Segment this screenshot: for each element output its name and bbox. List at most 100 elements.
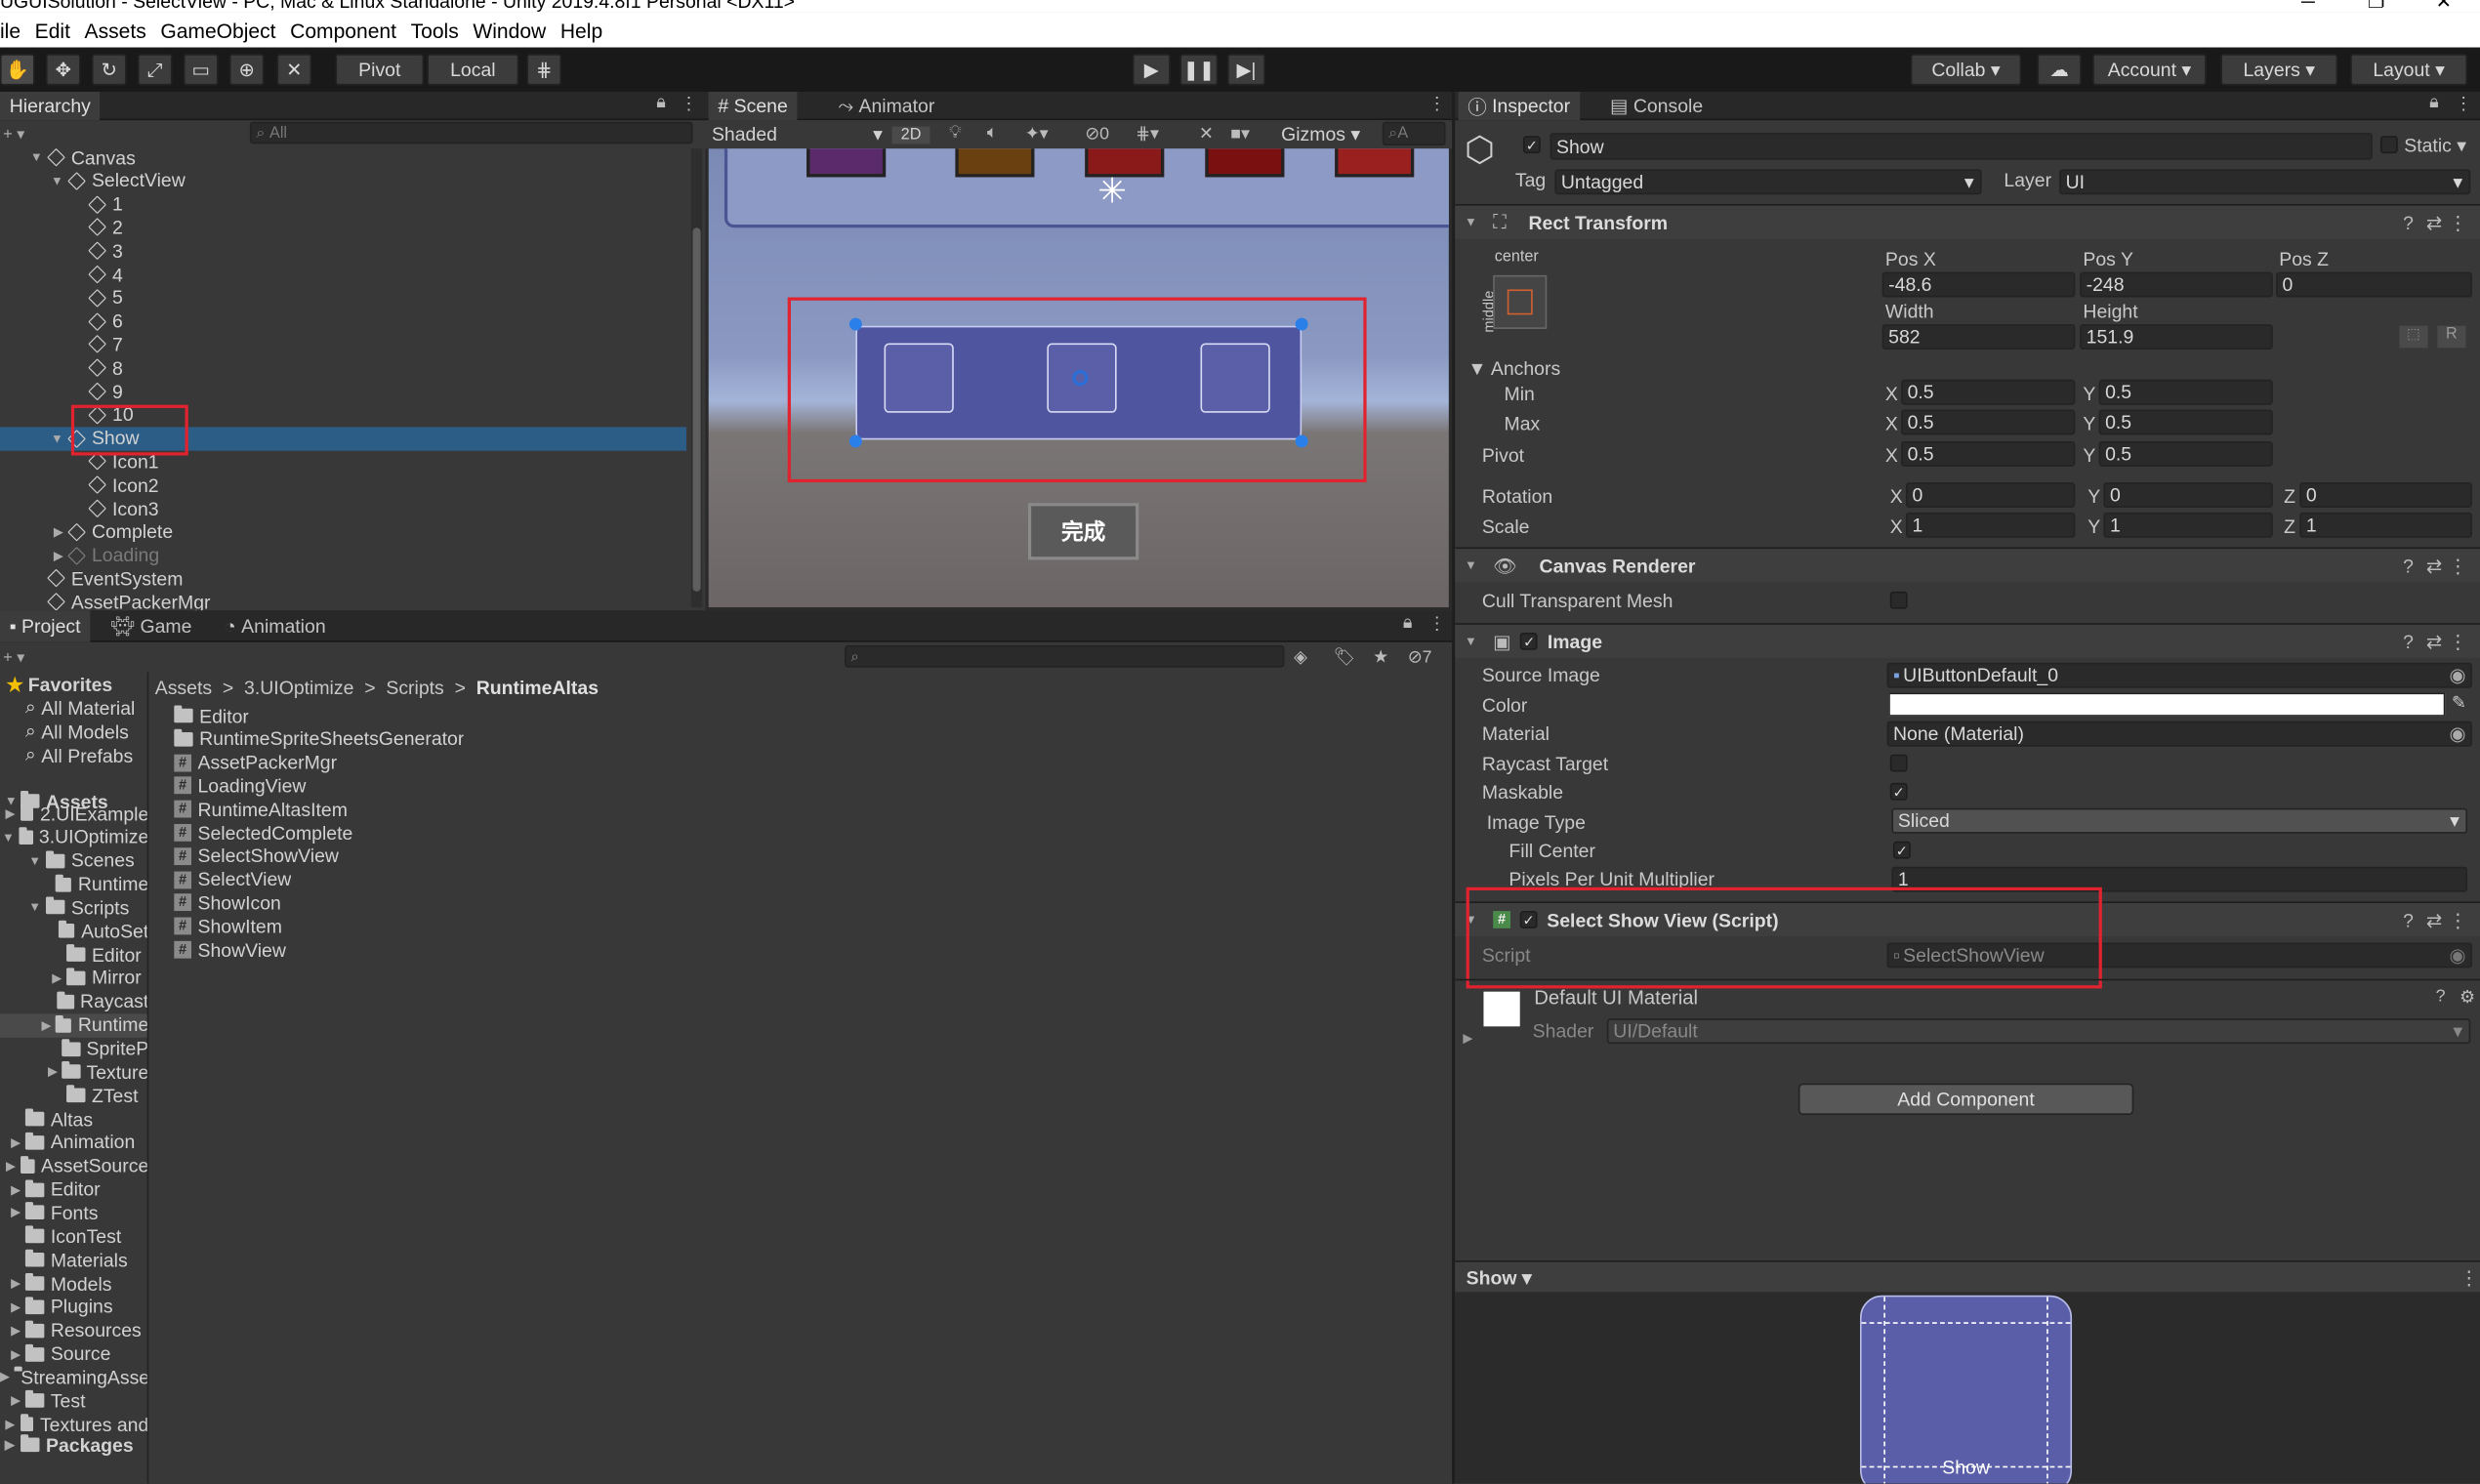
preview-kebab-icon[interactable]: ⋮ (2459, 1267, 2478, 1290)
tag-dropdown[interactable]: Untagged ▾ (1554, 169, 1982, 195)
grid-snap-icon[interactable]: ⋕ (526, 54, 562, 86)
transform-tool-icon[interactable]: ⊕ (228, 54, 265, 86)
hierarchy-scrollbar[interactable] (690, 148, 703, 608)
fold-arrow-icon[interactable]: ▶ (0, 1018, 56, 1033)
project-file-item[interactable]: # ShowView (174, 938, 286, 962)
lock-icon[interactable]: 🔒︎ (656, 94, 665, 114)
anchor-max-y-field[interactable]: 0.5 (2098, 409, 2273, 435)
scene-search-input[interactable]: ⌕ A (1382, 121, 1446, 146)
project-tree-item[interactable]: ZTest (0, 1084, 147, 1107)
hierarchy-item[interactable]: ▼ SelectView (0, 169, 686, 192)
fold-arrow-icon[interactable]: ▼ (0, 853, 46, 868)
favorite-item[interactable]: ⌕ All Material (25, 696, 135, 720)
shading-dropdown[interactable]: Shaded ▾ (712, 123, 883, 145)
lighting-icon[interactable]: 💡︎ (949, 123, 961, 144)
rect-transform-header[interactable]: ▼ ⛶ Rect Transform ? ⇄ ⋮ (1455, 203, 2480, 239)
local-toggle[interactable]: Local (427, 54, 519, 86)
project-file-item[interactable]: # LoadingView (174, 774, 306, 798)
component-menu-icon[interactable]: ⋮ (2449, 555, 2467, 577)
rotation-x-field[interactable]: 0 (1905, 482, 2076, 508)
packages-header[interactable]: ▶ Packages (0, 1433, 134, 1457)
gear-icon[interactable]: ⚙ (2459, 987, 2475, 1007)
audio-icon[interactable]: 🔈︎ (987, 123, 998, 144)
menu-tools[interactable]: Tools (411, 19, 459, 42)
project-file-item[interactable]: # SelectShowView (174, 845, 339, 868)
active-checkbox[interactable]: ✓ (1522, 136, 1541, 154)
favorites-header[interactable]: ★ Favorites (0, 672, 112, 695)
inspector-lock-icon[interactable]: 🔒︎ (2429, 94, 2438, 114)
image-header[interactable]: ▼ ▣ ✓ Image ? ⇄ ⋮ (1455, 623, 2480, 658)
preset-icon[interactable]: ⇄ (2426, 631, 2442, 653)
menu-assets[interactable]: Assets (85, 19, 146, 42)
help-icon[interactable]: ? (2403, 555, 2414, 577)
static-checkbox[interactable] (2379, 136, 2398, 154)
hierarchy-item[interactable]: 4 (0, 263, 686, 286)
scene-viewport[interactable]: ✳ 完成 (708, 148, 1449, 608)
fold-arrow-icon[interactable]: ▼ (0, 432, 68, 446)
fold-arrow-icon[interactable]: ▶ (0, 1182, 25, 1197)
raw-edit-button[interactable]: R (2437, 325, 2466, 349)
hierarchy-scroll-thumb[interactable] (692, 227, 701, 592)
fold-arrow-icon[interactable]: ▶ (0, 1065, 62, 1080)
project-tree-item[interactable]: Materials (0, 1248, 147, 1271)
help-icon[interactable]: ? (2403, 909, 2414, 931)
layer-dropdown[interactable]: UI ▾ (2059, 169, 2471, 195)
project-tree-item[interactable]: Editor (0, 943, 147, 967)
tab-project[interactable]: ▪ Project (0, 610, 91, 642)
pause-button[interactable]: ❚❚ (1179, 54, 1219, 86)
project-search-input[interactable]: ⌕ (845, 644, 1285, 668)
hierarchy-search-input[interactable]: ⌕ All (249, 121, 693, 144)
hierarchy-item[interactable]: ▶ Loading (0, 544, 686, 567)
project-tree-item[interactable]: ▶ Test (0, 1389, 147, 1413)
hierarchy-item[interactable]: 5 (0, 286, 686, 309)
hand-tool-icon[interactable]: ✋ (0, 54, 35, 86)
component-menu-icon[interactable]: ⋮ (2449, 211, 2467, 233)
fold-arrow-icon[interactable]: ▶ (0, 1135, 25, 1150)
menu-window[interactable]: Window (473, 19, 546, 42)
help-icon[interactable]: ? (2403, 211, 2414, 233)
project-file-item[interactable]: Editor (174, 704, 249, 727)
breadcrumb-item[interactable]: 3.UIOptimize (244, 677, 353, 699)
hierarchy-item[interactable]: 1 (0, 192, 686, 216)
fold-arrow-icon[interactable]: ▶ (0, 1323, 25, 1338)
search-by-label-icon[interactable]: 🏷︎ (1334, 647, 1356, 667)
rotate-tool-icon[interactable]: ↻ (91, 54, 127, 86)
project-tree-item[interactable]: Raycast (0, 990, 147, 1013)
fold-arrow-icon[interactable]: ▶ (0, 1206, 25, 1220)
tools-icon[interactable]: ✕ (1199, 123, 1214, 144)
project-tree-item[interactable]: ▶ Editor (0, 1177, 147, 1201)
hierarchy-item[interactable]: 3 (0, 239, 686, 263)
tab-animation[interactable]: ◔ Animation (215, 610, 335, 641)
help-icon[interactable]: ? (2436, 987, 2446, 1006)
pivot-toggle[interactable]: Pivot (335, 54, 425, 86)
scale-z-field[interactable]: 1 (2299, 512, 2472, 538)
project-tree-item[interactable]: ▶ Models (0, 1271, 147, 1295)
rect-tool-icon[interactable]: ▭ (183, 54, 219, 86)
fold-arrow-icon[interactable]: ▶ (0, 971, 66, 986)
project-tree-item[interactable]: ▶ Plugins (0, 1295, 147, 1318)
tab-animator[interactable]: ⤳ Animator (829, 92, 944, 120)
project-tree-item[interactable]: Runtime (0, 872, 147, 895)
scale-x-field[interactable]: 1 (1905, 512, 2076, 538)
favorite-star-icon[interactable]: ★ (1373, 647, 1388, 667)
cull-checkbox[interactable] (1889, 591, 1908, 609)
menu-gameobject[interactable]: GameObject (160, 19, 275, 42)
static-label[interactable]: Static ▾ (2404, 135, 2466, 157)
anchor-preset-button[interactable] (1493, 274, 1548, 329)
search-by-type-icon[interactable]: ◈ (1294, 647, 1307, 667)
anchor-min-x-field[interactable]: 0.5 (1901, 379, 2076, 405)
project-tree-item[interactable]: ▶ Fonts (0, 1201, 147, 1224)
project-tree-item[interactable]: AutoSet (0, 920, 147, 943)
minimize-icon[interactable]: ─ (2301, 0, 2315, 13)
fold-arrow-icon[interactable]: ▼ (0, 174, 68, 188)
hierarchy-item[interactable]: Icon2 (0, 474, 686, 497)
project-tree-item[interactable]: ▶ Mirror (0, 967, 147, 990)
preset-icon[interactable]: ⇄ (2426, 555, 2442, 577)
fill-center-checkbox[interactable]: ✓ (1893, 841, 1911, 859)
pos-z-field[interactable]: 0 (2276, 271, 2472, 298)
tab-inspector[interactable]: ⓘ Inspector (1458, 91, 1580, 121)
image-type-dropdown[interactable]: Sliced ▾ (1891, 807, 2468, 834)
project-tree-item[interactable]: SpriteP (0, 1037, 147, 1060)
preset-icon[interactable]: ⇄ (2426, 909, 2442, 931)
project-kebab-icon[interactable]: ⋮ (1428, 614, 1446, 634)
